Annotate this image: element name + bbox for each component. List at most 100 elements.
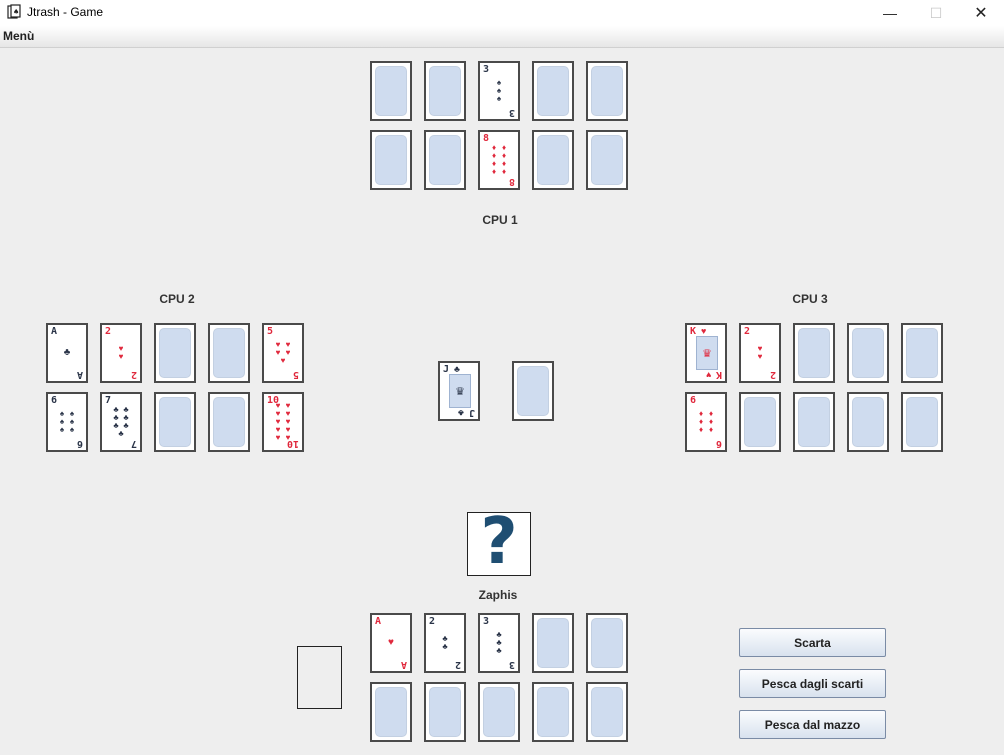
- human-card-slot[interactable]: [424, 682, 466, 742]
- card-pips: ♣: [57, 334, 77, 372]
- cpu3-card-slot[interactable]: [901, 392, 943, 452]
- draw-from-deck-button[interactable]: Pesca dal mazzo: [739, 710, 886, 739]
- cpu2-card-slot[interactable]: [154, 392, 196, 452]
- cpu3-card-slot[interactable]: [847, 392, 889, 452]
- card-suit-icon: ♥: [118, 352, 124, 361]
- cpu3-card-slot[interactable]: 2 2 ♥ ♥: [739, 323, 781, 383]
- cpu2-card-slot[interactable]: 5 5 ♥ ♥ ♥ ♥ ♥: [262, 323, 304, 383]
- cpu1-card-slot[interactable]: [586, 61, 628, 121]
- cpu3-card-slot[interactable]: [847, 323, 889, 383]
- card-rank-inverted: 3: [508, 659, 515, 670]
- cpu1-card-slot[interactable]: [370, 130, 412, 190]
- cpu1-card-slot[interactable]: [424, 130, 466, 190]
- draw-from-discards-button[interactable]: Pesca dagli scarti: [739, 669, 886, 698]
- card-suit-icon: ♣: [458, 408, 464, 418]
- card-suit-icon: ♥: [285, 433, 291, 442]
- card-suit-icon: ♣: [442, 642, 448, 651]
- card-suit-icon: ♥: [388, 637, 394, 648]
- cpu3-card-slot[interactable]: [901, 323, 943, 383]
- card-rank-inverted: K: [715, 369, 722, 380]
- cpu2-card-slot[interactable]: [208, 392, 250, 452]
- card-rank-inverted: 2: [130, 369, 137, 380]
- svg-text:♠: ♠: [13, 8, 19, 16]
- card-suit-icon: ♠: [59, 425, 65, 434]
- card-pips: ♥ ♥ ♥ ♥ ♥ ♥ ♥ ♥ ♥ ♥: [273, 402, 293, 442]
- cpu1-card-slot[interactable]: [532, 61, 574, 121]
- card-rank-inverted: 5: [292, 369, 299, 380]
- human-card-slot[interactable]: [478, 682, 520, 742]
- card-rank-inverted: J: [468, 407, 475, 418]
- cpu3-card-slot[interactable]: [793, 392, 835, 452]
- card-suit-icon: ♠: [496, 94, 502, 103]
- card-pips: ♥ ♥: [750, 334, 770, 372]
- cpu2-name-label: CPU 2: [159, 292, 195, 306]
- human-card-slot[interactable]: [532, 682, 574, 742]
- close-button[interactable]: ✕: [958, 0, 1004, 26]
- card-suit-icon: ♥: [705, 370, 711, 380]
- human-card-slot[interactable]: [370, 682, 412, 742]
- discard-pile-card[interactable]: J J ♣ ♣ ♛: [438, 361, 480, 421]
- cpu1-card-slot[interactable]: 8 8 ♦ ♦ ♦ ♦ ♦ ♦ ♦ ♦: [478, 130, 520, 190]
- human-card-slot[interactable]: [586, 613, 628, 673]
- minimize-button[interactable]: —: [867, 0, 913, 26]
- cpu1-card-slot[interactable]: [370, 61, 412, 121]
- card-rank-inverted: 2: [769, 369, 776, 380]
- human-player-name-label: Zaphis: [478, 588, 518, 602]
- cpu1-card-slot[interactable]: [532, 130, 574, 190]
- cpu1-card-slot[interactable]: [424, 61, 466, 121]
- card-pips: ♣ ♣ ♣ ♣ ♣ ♣ ♣: [111, 403, 131, 441]
- cpu3-card-slot[interactable]: 6 6 ♦ ♦ ♦ ♦ ♦ ♦: [685, 392, 727, 452]
- cpu2-card-slot[interactable]: [154, 323, 196, 383]
- maximize-button[interactable]: ☐: [913, 0, 959, 26]
- card-rank-inverted: 6: [76, 438, 83, 449]
- cpu1-name-label: CPU 1: [482, 213, 518, 227]
- cpu2-card-slot[interactable]: A A ♣: [46, 323, 88, 383]
- card-rank-inverted: 2: [454, 659, 461, 670]
- card-rank-inverted: A: [76, 369, 83, 380]
- menu-item-menu[interactable]: Menù: [3, 29, 34, 43]
- card-suit-icon: ♠: [69, 425, 75, 434]
- discard-button[interactable]: Scarta: [739, 628, 886, 657]
- cpu2-card-slot[interactable]: [208, 323, 250, 383]
- cpu3-card-slot[interactable]: [793, 323, 835, 383]
- card-pips: ♥ ♥: [111, 334, 131, 372]
- card-suit-icon: ♦: [501, 167, 507, 176]
- cpu2-card-slot[interactable]: 7 7 ♣ ♣ ♣ ♣ ♣ ♣ ♣: [100, 392, 142, 452]
- human-card-slot[interactable]: 3 3 ♣ ♣ ♣: [478, 613, 520, 673]
- crown-icon: ♛: [449, 374, 471, 408]
- card-suit-icon: ♥: [280, 356, 286, 365]
- card-suit-icon: ♦: [491, 167, 497, 176]
- card-pips: ♠ ♠ ♠: [489, 72, 509, 110]
- human-card-slot[interactable]: [532, 613, 574, 673]
- human-card-slot[interactable]: A A ♥: [370, 613, 412, 673]
- cpu3-card-slot[interactable]: [739, 392, 781, 452]
- card-pips: ♦ ♦ ♦ ♦ ♦ ♦: [696, 403, 716, 441]
- app-logo-icon: ♠: [7, 4, 21, 19]
- card-suit-icon: ♣: [496, 646, 502, 655]
- human-card-slot[interactable]: [586, 682, 628, 742]
- card-rank-inverted: 6: [715, 438, 722, 449]
- window-title: Jtrash - Game: [27, 5, 104, 19]
- card-pips: ♣ ♣ ♣: [489, 624, 509, 662]
- card-pips: ♦ ♦ ♦ ♦ ♦ ♦ ♦ ♦: [489, 141, 509, 179]
- cpu2-card-slot[interactable]: 10 10 ♥ ♥ ♥ ♥ ♥ ♥ ♥ ♥ ♥ ♥: [262, 392, 304, 452]
- cpu1-card-slot[interactable]: [586, 130, 628, 190]
- player-avatar: ?: [467, 512, 531, 576]
- card-rank-inverted: 8: [508, 176, 515, 187]
- cpu2-card-slot[interactable]: 2 2 ♥ ♥: [100, 323, 142, 383]
- cpu3-name-label: CPU 3: [792, 292, 828, 306]
- cpu3-card-slot[interactable]: K K ♥ ♥ ♛: [685, 323, 727, 383]
- card-suit-icon: ♥: [275, 433, 281, 442]
- draw-deck-card[interactable]: [512, 361, 554, 421]
- human-card-slot[interactable]: 2 2 ♣ ♣: [424, 613, 466, 673]
- card-pips: ♠ ♠ ♠ ♠ ♠ ♠: [57, 403, 77, 441]
- card-rank-inverted: A: [400, 659, 407, 670]
- card-rank-inverted: 3: [508, 107, 515, 118]
- title-bar: ♠ Jtrash - Game — ☐ ✕: [0, 0, 1004, 26]
- held-card-slot: [297, 646, 342, 709]
- card-suit-icon: ♦: [708, 425, 714, 434]
- card-suit-icon: ♣: [63, 347, 71, 358]
- crown-icon: ♛: [696, 336, 718, 370]
- cpu2-card-slot[interactable]: 6 6 ♠ ♠ ♠ ♠ ♠ ♠: [46, 392, 88, 452]
- cpu1-card-slot[interactable]: 3 3 ♠ ♠ ♠: [478, 61, 520, 121]
